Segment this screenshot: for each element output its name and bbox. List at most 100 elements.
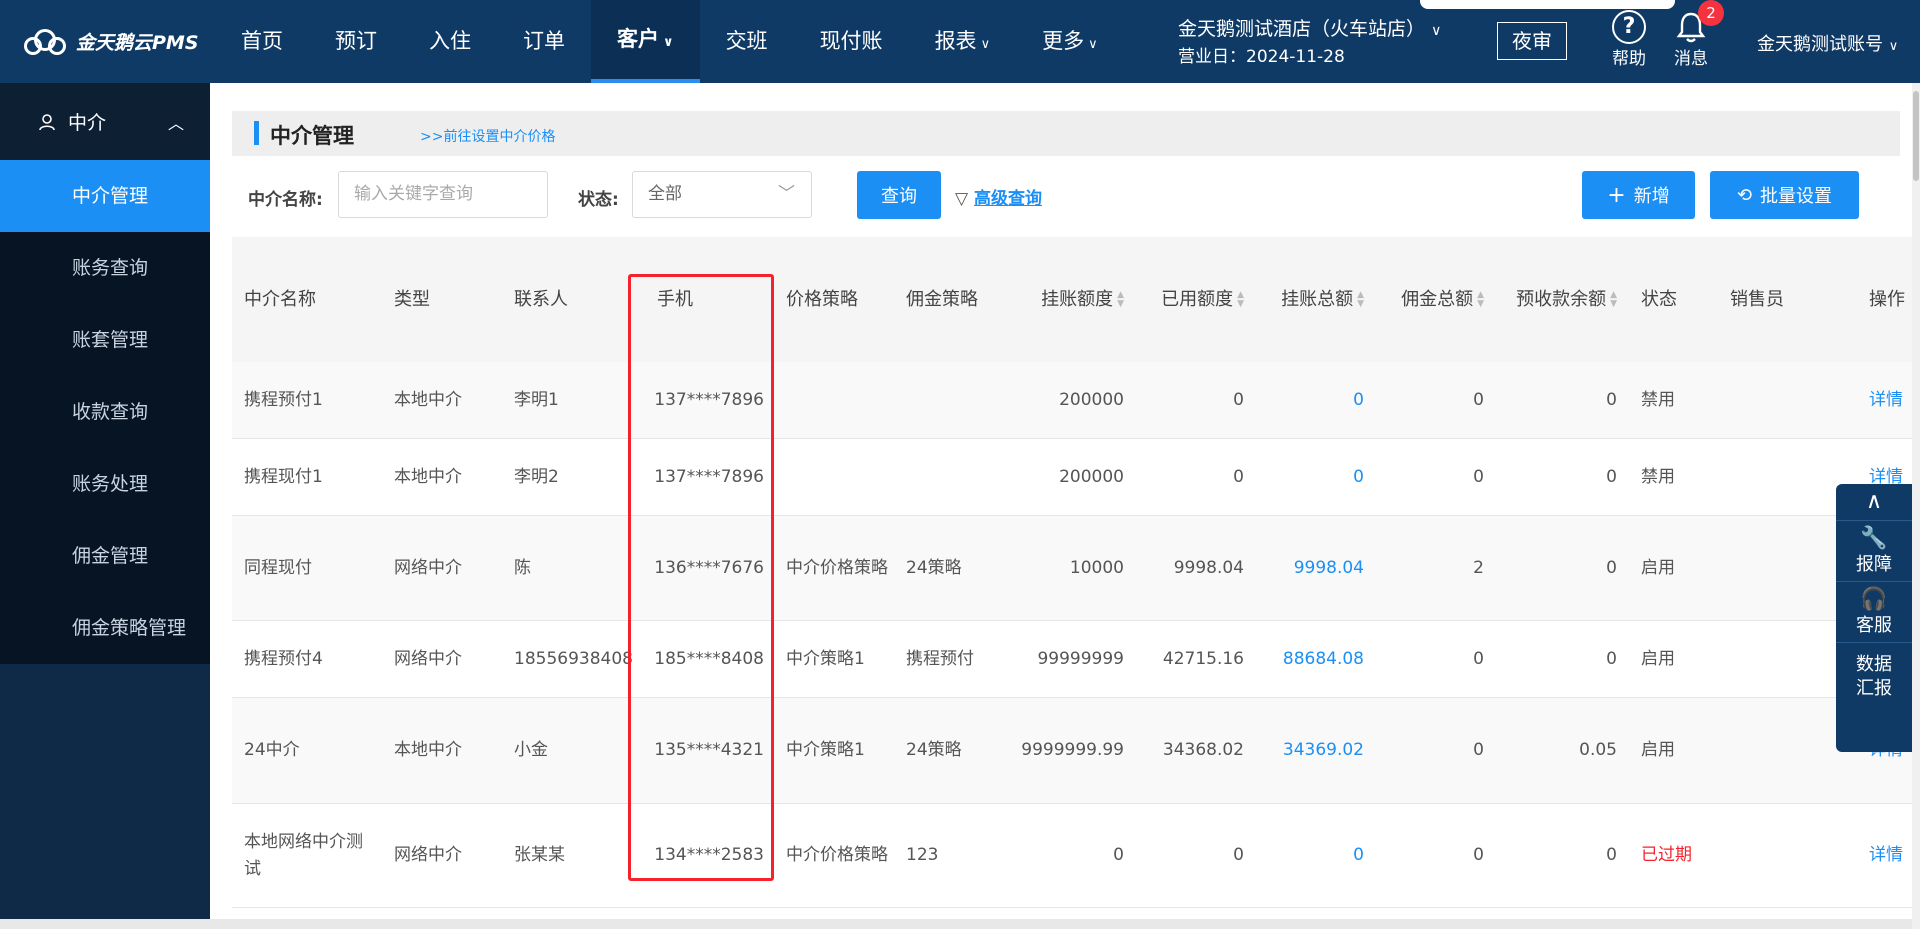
column-header: 价格策略: [786, 289, 858, 310]
sortable-column-header[interactable]: 预收款余额 ▲ ▼: [1482, 237, 1617, 362]
chevron-down-icon: ∨: [1431, 23, 1442, 39]
vertical-scrollbar[interactable]: [1912, 83, 1920, 929]
account-menu[interactable]: 金天鹅测试账号 ∨: [1757, 30, 1898, 56]
salesperson-cell: [1730, 621, 1810, 697]
help-icon: ?: [1612, 10, 1646, 44]
price-strategy-cell: 中介策略1: [786, 648, 865, 669]
nav-reports[interactable]: 报表 ∨: [909, 0, 1017, 83]
messages-label: 消息: [1674, 49, 1708, 69]
agency-table: 中介名称 类型 联系人 手机 价格策略 佣金策略 挂账额度 ▲ ▼ 已用额度 ▲ ▼ 挂…: [232, 237, 1920, 908]
scrollbar-thumb[interactable]: [1913, 91, 1919, 181]
header-label: 预收款余额: [1516, 289, 1607, 310]
nav-label: 客户: [617, 27, 659, 51]
agency-type-cell: 本地中介: [394, 389, 462, 410]
used-credit-cell: 42715.16: [1162, 648, 1244, 669]
sidebar-item-account-set[interactable]: 账套管理: [0, 304, 210, 376]
agency-type-cell: 网络中介: [394, 648, 462, 669]
advanced-query-link[interactable]: ▽ 高级查询: [955, 184, 1042, 209]
sidebar-group-agency[interactable]: 中介 ︿: [0, 83, 210, 160]
agency-name-input[interactable]: 输入关键字查询: [338, 171, 548, 218]
query-button[interactable]: 查询: [857, 171, 941, 219]
dropdown-edge: [1420, 0, 1675, 9]
total-charged-cell[interactable]: 9998.04: [1252, 516, 1364, 620]
sortable-column-header[interactable]: 已用额度 ▲ ▼: [1132, 237, 1244, 362]
credit-limit-cell: 0: [1113, 845, 1124, 865]
nav-customers[interactable]: 客户 ∨: [591, 0, 700, 83]
batch-settings-label: 批量设置: [1760, 186, 1833, 207]
status-select[interactable]: 全部 ﹀: [632, 171, 812, 218]
total-charged-cell[interactable]: 0: [1252, 804, 1364, 907]
agency-name-label: 中介名称:: [248, 190, 323, 210]
nav-shift[interactable]: 交班: [700, 0, 794, 83]
status-select-value: 全部: [648, 184, 682, 204]
nav-reservation[interactable]: 预订: [309, 0, 403, 83]
sortable-column-header[interactable]: 佣金总额 ▲ ▼: [1372, 237, 1484, 362]
nav-checkin[interactable]: 入住: [403, 0, 497, 83]
cloud-logo-icon: [24, 28, 70, 55]
sidebar-group-label: 中介: [68, 112, 107, 134]
column-header: 中介名称: [244, 289, 316, 310]
table-row: 携程预付4 网络中介 18556938408 185****8408 中介策略1 携程预付…: [232, 621, 1920, 698]
sort-icon: ▲ ▼: [1610, 289, 1617, 309]
status-label: 状态:: [578, 190, 619, 210]
contact-cell: 小金: [514, 740, 548, 760]
phone-cell: 136****7676: [654, 557, 764, 578]
status-cell: 禁用: [1641, 466, 1675, 487]
sidebar-item-account-processing[interactable]: 账务处理: [0, 448, 210, 520]
salesperson-cell: [1730, 362, 1810, 438]
total-charged-cell[interactable]: 0: [1252, 362, 1364, 438]
total-charged-cell[interactable]: 34369.02: [1252, 698, 1364, 803]
sidebar-item-agency-management[interactable]: 中介管理: [0, 160, 210, 232]
used-credit-cell: 9998.04: [1173, 557, 1244, 578]
report-issue-label: 报障: [1856, 554, 1892, 575]
agency-name-cell: 携程现付1: [244, 466, 323, 487]
customer-service-button[interactable]: 🎧 客服: [1836, 582, 1912, 643]
table-body: 携程预付1 本地中介 李明1 137****7896 200000 0 0 0 0 禁用 详情 携程现…: [232, 362, 1920, 908]
floating-tool-panel: ∧ 🔧 报障 🎧 客服 数据汇报: [1836, 484, 1912, 752]
nav-orders[interactable]: 订单: [497, 0, 591, 83]
contact-cell: 18556938408: [514, 648, 633, 669]
commission-strategy-cell: 24策略: [906, 557, 962, 578]
nav-cash-account[interactable]: 现付账: [794, 0, 909, 83]
scroll-top-button[interactable]: ∧: [1836, 484, 1912, 521]
messages-button[interactable]: 2 消息: [1674, 0, 1724, 69]
price-strategy-cell: 中介价格策略: [786, 557, 888, 578]
used-credit-cell: 0: [1233, 845, 1244, 865]
table-row: 本地网络中介测试 网络中介 张某某 134****2583 中介价格策略 123 0 0 0 0 0…: [232, 804, 1920, 908]
sidebar-item-payment-query[interactable]: 收款查询: [0, 376, 210, 448]
agency-price-link[interactable]: >>前往设置中介价格: [420, 126, 555, 146]
hotel-selector[interactable]: 金天鹅测试酒店（火车站店） ∨ 营业日：2024-11-28: [1178, 14, 1441, 68]
brand-logo[interactable]: 金天鹅云PMS: [24, 28, 199, 55]
total-charged-cell[interactable]: 0: [1252, 439, 1364, 515]
report-issue-button[interactable]: 🔧 报障: [1836, 521, 1912, 582]
nav-home[interactable]: 首页: [215, 0, 309, 83]
header-label: 挂账总额: [1281, 289, 1354, 310]
batch-settings-button[interactable]: ⟲ 批量设置: [1710, 171, 1859, 219]
column-header: 佣金策略: [906, 289, 978, 310]
agency-type-cell: 网络中介: [394, 557, 462, 578]
header-label: 挂账额度: [1041, 289, 1114, 310]
sidebar-item-commission-strategy[interactable]: 佣金策略管理: [0, 592, 210, 664]
help-button[interactable]: ? 帮助: [1612, 10, 1646, 69]
add-button[interactable]: + 新增: [1582, 171, 1695, 219]
phone-cell: 137****7896: [654, 466, 764, 487]
sidebar-item-account-query[interactable]: 账务查询: [0, 232, 210, 304]
data-report-button[interactable]: 数据汇报: [1836, 643, 1912, 711]
headset-icon: 🎧: [1860, 587, 1888, 612]
nav-label: 交班: [725, 29, 768, 53]
prepaid-balance-cell: 0: [1606, 648, 1617, 669]
nav-more[interactable]: 更多 ∨: [1016, 0, 1124, 83]
header-label: 已用额度: [1161, 289, 1234, 310]
horizontal-scrollbar[interactable]: [0, 919, 1912, 929]
used-credit-cell: 0: [1233, 389, 1244, 410]
used-credit-cell: 34368.02: [1162, 740, 1244, 760]
sortable-column-header[interactable]: 挂账总额 ▲ ▼: [1252, 237, 1364, 362]
sortable-column-header[interactable]: 挂账额度 ▲ ▼: [1012, 237, 1124, 362]
prepaid-balance-cell: 0.05: [1579, 740, 1617, 760]
total-charged-cell[interactable]: 88684.08: [1252, 621, 1364, 697]
night-audit-button[interactable]: 夜审: [1497, 22, 1567, 60]
sidebar-item-commission[interactable]: 佣金管理: [0, 520, 210, 592]
table-row: 同程现付 网络中介 陈 136****7676 中介价格策略 24策略 10000 9998.…: [232, 516, 1920, 621]
table-header: 中介名称 类型 联系人 手机 价格策略 佣金策略 挂账额度 ▲ ▼ 已用额度 ▲ ▼ 挂…: [232, 237, 1920, 362]
business-date: 营业日：2024-11-28: [1178, 47, 1345, 67]
